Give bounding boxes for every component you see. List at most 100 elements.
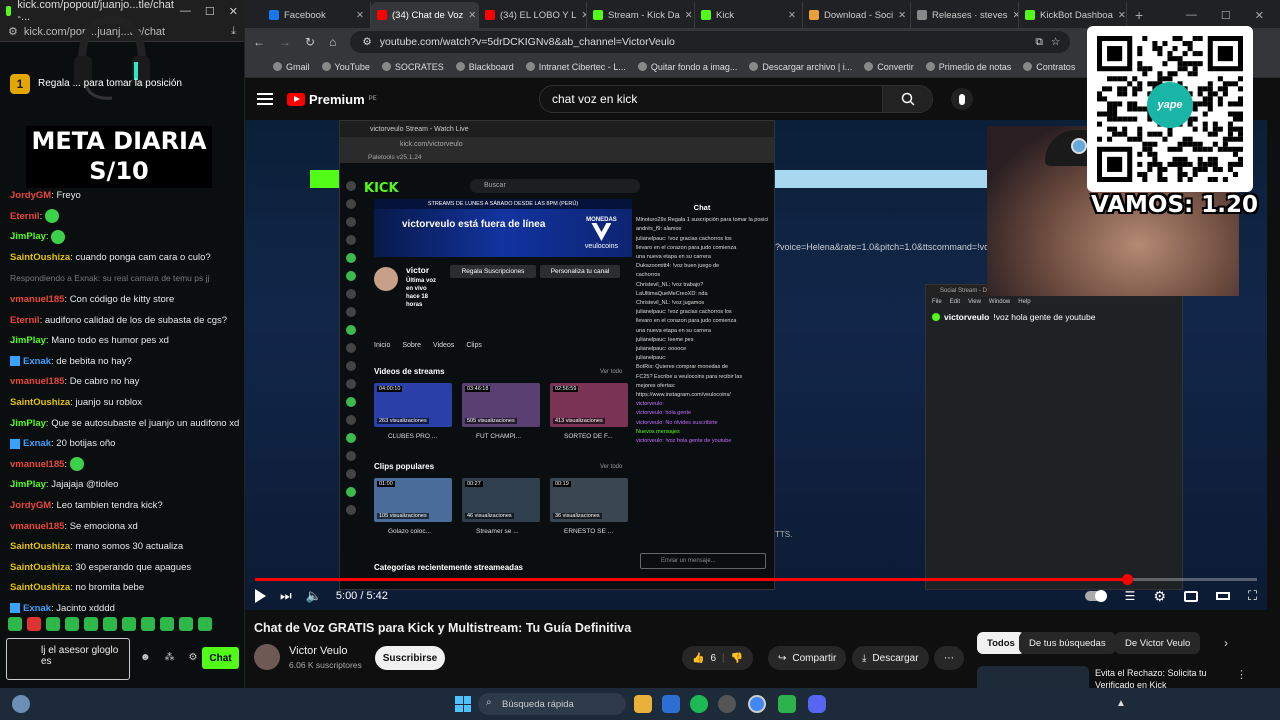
youtube-logo[interactable]: Premium PE [287,92,377,107]
spotify-icon[interactable] [690,695,708,713]
tab-close-icon[interactable]: ✕ [468,10,476,21]
install-icon[interactable]: ⧉ [1035,36,1043,49]
site-settings-icon[interactable]: ⚙ [8,25,18,38]
fullscreen-icon[interactable]: ⛶ [1248,588,1257,604]
gift-icon[interactable]: ⁂ [165,652,175,663]
volume-icon[interactable]: 🔈 [306,588,322,604]
taskbar-search[interactable]: ⌕ Búsqueda rápida [478,693,626,715]
video-player[interactable]: ?voice=Helena&rate=1.0&pitch=1.0&ttscomm… [245,120,1267,610]
chat-username[interactable]: SaintOushiza [10,252,70,263]
chevron-right-icon[interactable]: › [1224,636,1228,650]
chrome-icon[interactable] [748,695,766,713]
bookmark-item[interactable]: Intranet Cibertec - L... [525,62,626,72]
chat-username[interactable]: Exnak [23,356,51,367]
minimize-icon[interactable]: — [180,5,191,18]
window-minimize-icon[interactable]: — [1186,9,1197,21]
app-icon[interactable] [778,695,796,713]
channel-avatar[interactable] [254,644,280,670]
emote-icon[interactable] [198,617,212,631]
address-bar[interactable]: ⚙ youtube.com/watch?v=5drDCKIGNv8&ab_cha… [350,31,1071,53]
home-icon[interactable]: ⌂ [329,35,336,49]
tray-icon[interactable]: ▲ [1116,698,1126,709]
new-tab-button[interactable]: + [1127,2,1151,28]
discord-icon[interactable] [808,695,826,713]
emote-icon[interactable] [103,617,117,631]
download-icon[interactable]: ⤓ [231,25,236,38]
progress-bar[interactable] [255,574,1257,585]
bookmark-item[interactable]: Primedio de notas [925,62,1011,72]
search-input[interactable]: chat voz en kick [539,85,933,113]
reload-icon[interactable]: ↻ [305,35,315,49]
window-close-icon[interactable]: ✕ [1255,9,1264,22]
steam-icon[interactable] [662,695,680,713]
bookmark-item[interactable]: Contratos [1023,62,1075,72]
chat-username[interactable]: SaintOushiza [10,582,70,593]
tab-close-icon[interactable]: ✕ [685,10,693,21]
bookmark-item[interactable]: Blackboard [455,62,514,72]
chat-username[interactable]: Eternil [10,211,40,222]
forward-icon[interactable]: → [279,35,291,49]
back-icon[interactable]: ← [253,35,265,49]
emote-icon[interactable] [160,617,174,631]
share-button[interactable]: ↪ Compartir [768,646,847,670]
browser-tab[interactable]: (34) EL LOBO Y L✕ [479,2,587,28]
bookmark-item[interactable]: YouTube [321,62,370,72]
emote-icon[interactable] [84,617,98,631]
browser-tab[interactable]: Releases · steves✕ [911,2,1019,28]
github-icon[interactable] [718,695,736,713]
browser-tab[interactable]: (34) Chat de Voz ✕ [371,2,479,28]
thumbs-down-icon[interactable]: 👎 [731,653,743,664]
download-button[interactable]: ⤓ Descargar [852,646,929,670]
subscribe-button[interactable]: Suscribirse [375,646,445,670]
browser-tab[interactable]: KickBot Dashboa ✕ [1019,2,1127,28]
window-maximize-icon[interactable]: ☐ [1221,9,1231,22]
theater-icon[interactable] [1215,592,1230,600]
emoji-icon[interactable]: ☻ [140,652,151,663]
more-actions-button[interactable]: ⋯ [934,646,964,670]
file-explorer-icon[interactable] [634,695,652,713]
chat-username[interactable]: vmanuel185 [10,521,64,532]
chat-username[interactable]: vmanuel185 [10,294,64,305]
bookmark-item[interactable]: Convertir [864,62,914,72]
bookmark-item[interactable]: Quitar fondo a imag... [637,62,737,72]
menu-icon[interactable] [257,90,273,108]
chat-username[interactable]: JordyGM [10,190,51,201]
recommended-thumbnail[interactable] [977,666,1089,688]
emote-icon[interactable] [27,617,41,631]
weather-icon[interactable] [12,695,30,713]
subtitles-icon[interactable]: ☰ [1125,589,1136,603]
chat-username[interactable]: JimPlay [10,479,46,490]
chat-username[interactable]: vmanuel185 [10,459,64,470]
site-info-icon[interactable]: ⚙ [362,36,371,48]
emote-icon[interactable] [8,617,22,631]
voice-search-button[interactable] [951,88,973,110]
tab-close-icon[interactable]: ✕ [898,10,906,21]
tab-close-icon[interactable]: ✕ [1118,10,1126,21]
bookmark-item[interactable]: Gmail [273,62,310,72]
bookmark-item[interactable]: Descargar archivo | i... [749,62,852,72]
chat-username[interactable]: JimPlay [10,231,46,242]
chat-username[interactable]: SaintOushiza [10,397,70,408]
maximize-icon[interactable]: ☐ [205,5,215,18]
rec-more-icon[interactable]: ⋮ [1236,668,1247,681]
like-button[interactable]: 👍 6 | 👎 [682,646,754,670]
play-icon[interactable] [255,589,266,603]
bookmark-star-icon[interactable]: ☆ [1051,36,1070,48]
emote-icon[interactable] [179,617,193,631]
chat-username[interactable]: Exnak [23,603,51,614]
chat-username[interactable]: JimPlay [10,418,46,429]
search-button[interactable] [882,86,932,112]
tab-close-icon[interactable]: ✕ [788,10,796,21]
chat-username[interactable]: SaintOushiza [10,541,70,552]
tab-close-icon[interactable]: ✕ [356,10,364,21]
chat-input[interactable]: lj el asesor gloglo es [6,638,130,680]
settings-gear-icon[interactable]: ⚙ [1153,588,1166,605]
emote-icon[interactable] [122,617,136,631]
browser-tab[interactable]: Download - Soci ✕ [803,2,911,28]
chat-send-button[interactable]: Chat [202,647,239,669]
chat-username[interactable]: JordyGM [10,500,51,511]
windows-start-icon[interactable] [455,696,471,712]
close-icon[interactable]: ✕ [229,5,238,18]
bookmark-item[interactable]: SOCRATES [381,62,444,72]
pinned-message[interactable]: 1 Regala ... para tomar la posición [10,74,235,94]
